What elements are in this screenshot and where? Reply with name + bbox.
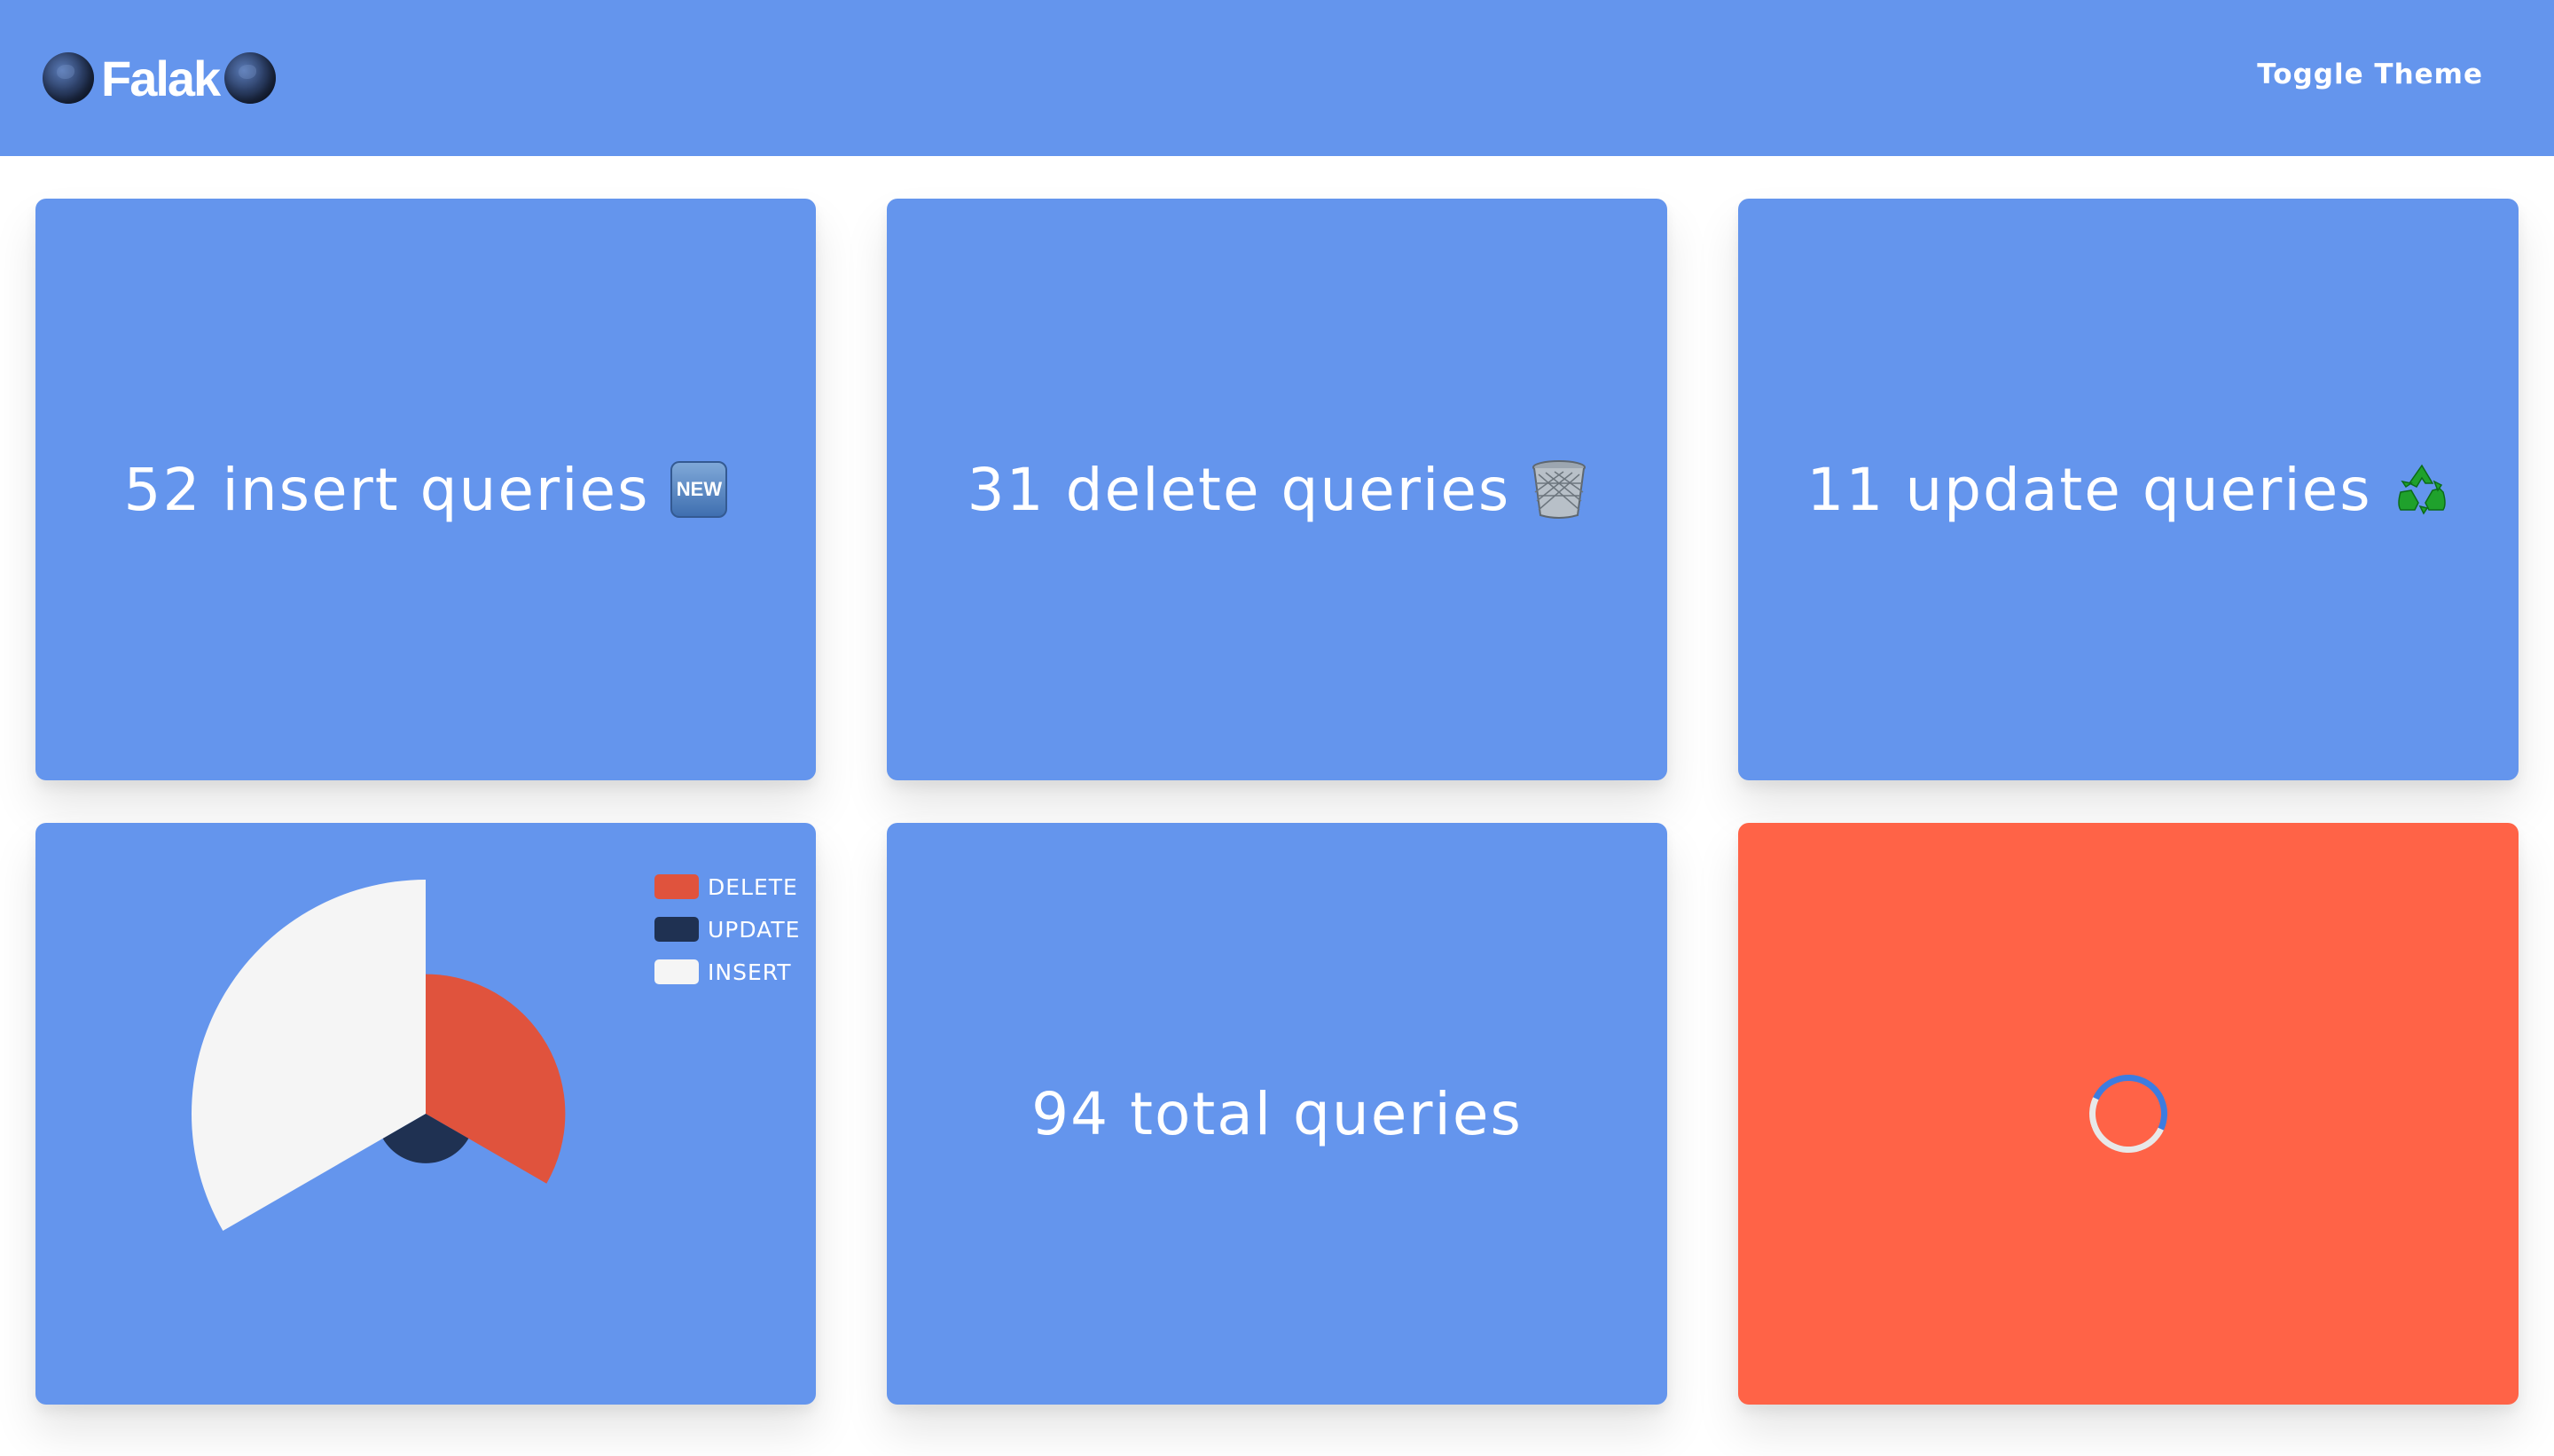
- legend-label: INSERT: [708, 959, 792, 985]
- delete-queries-card: 31 delete queries: [887, 199, 1667, 780]
- new-badge-label: NEW: [670, 461, 728, 518]
- legend-label: DELETE: [708, 873, 798, 900]
- update-queries-stat: 11 update queries: [1806, 456, 2449, 524]
- total-queries-text: 94 total queries: [1031, 1079, 1523, 1148]
- loading-spinner-icon: [2078, 1063, 2179, 1164]
- globe-icon: [224, 52, 277, 104]
- legend-swatch: [654, 959, 699, 984]
- total-queries-card: 94 total queries: [887, 823, 1667, 1405]
- loading-card: [1738, 823, 2519, 1405]
- delete-queries-stat: 31 delete queries: [968, 456, 1587, 524]
- legend-swatch: [654, 874, 699, 899]
- legend-item-insert[interactable]: INSERT: [654, 951, 800, 993]
- update-queries-card: 11 update queries: [1738, 199, 2519, 780]
- legend-swatch: [654, 917, 699, 942]
- insert-queries-card: 52 insert queries NEW: [35, 199, 816, 780]
- brand[interactable]: Falak: [43, 44, 277, 112]
- insert-queries-stat: 52 insert queries NEW: [124, 456, 728, 524]
- new-badge-icon: NEW: [670, 461, 728, 518]
- toggle-theme-button[interactable]: Toggle Theme: [2257, 59, 2483, 90]
- navbar: Falak Toggle Theme: [0, 0, 2554, 156]
- queries-chart-card: DELETE UPDATE INSERT: [35, 823, 816, 1405]
- legend-item-delete[interactable]: DELETE: [654, 865, 800, 908]
- chart-legend: DELETE UPDATE INSERT: [654, 865, 800, 993]
- brand-title: Falak: [101, 50, 221, 106]
- globe-icon: [43, 52, 94, 104]
- pie-slice-insert[interactable]: [191, 880, 426, 1231]
- wastebasket-icon: [1532, 460, 1586, 519]
- legend-item-update[interactable]: UPDATE: [654, 908, 800, 951]
- total-queries-stat: 94 total queries: [1031, 1080, 1523, 1148]
- recycle-icon: [2393, 462, 2450, 517]
- insert-queries-text: 52 insert queries: [123, 455, 650, 524]
- delete-queries-text: 31 delete queries: [967, 455, 1511, 524]
- update-queries-text: 11 update queries: [1806, 455, 2372, 524]
- legend-label: UPDATE: [708, 916, 801, 943]
